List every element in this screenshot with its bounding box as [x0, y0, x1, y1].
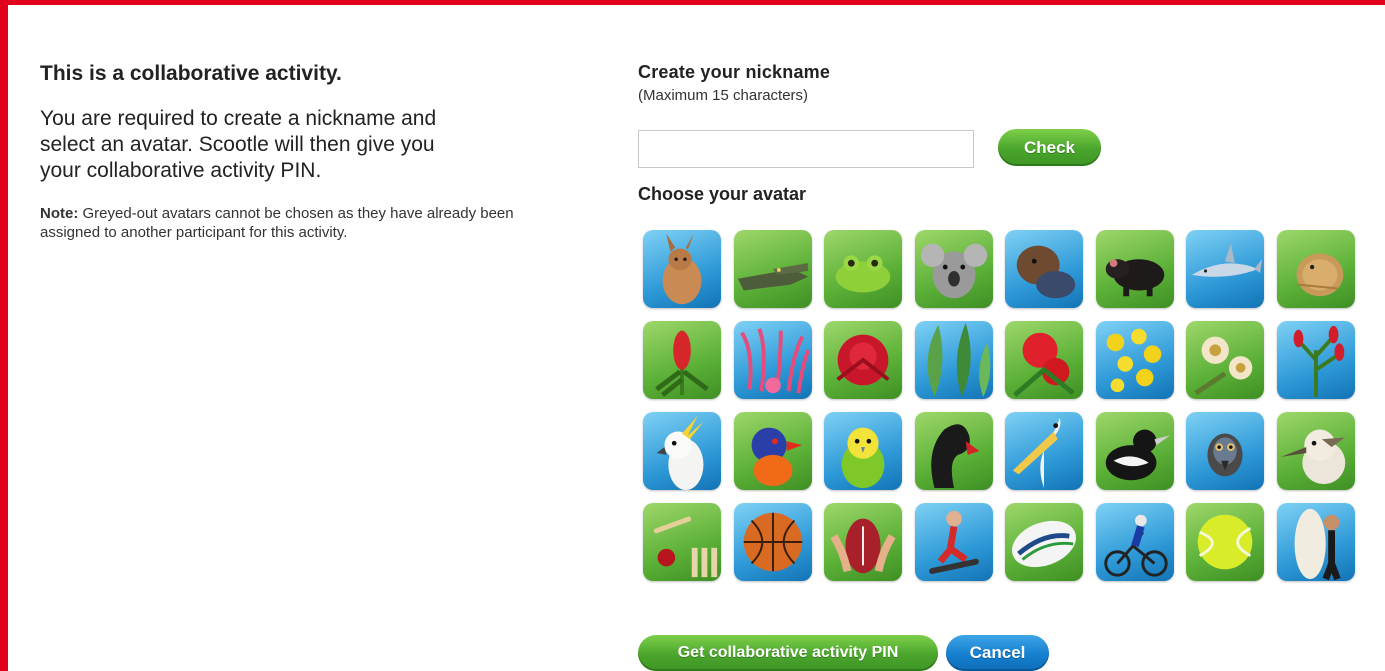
nickname-hint: (Maximum 15 characters): [638, 87, 809, 104]
get-pin-button[interactable]: Get collaborative activity PIN: [638, 635, 938, 671]
avatar-option-pelican[interactable]: [1005, 412, 1083, 490]
avatar-option-gum-blossom[interactable]: [1186, 321, 1264, 399]
avatar-option-rugby-ball[interactable]: [1005, 503, 1083, 581]
kangaroo-paw-flower-icon: [1293, 325, 1344, 398]
action-row: Get collaborative activity PIN Cancel: [638, 635, 1058, 671]
magpie-icon: [1105, 429, 1170, 481]
avatar-option-kangaroo[interactable]: [643, 230, 721, 308]
wattle-flower-icon: [1106, 328, 1161, 393]
avatar-option-lorikeet[interactable]: [733, 412, 812, 490]
note-label: Note:: [40, 205, 79, 222]
note-body: Greyed-out avatars cannot be chosen as t…: [40, 205, 514, 241]
activity-heading: This is a collaborative activity.: [40, 62, 342, 85]
rugby-ball-icon: [1011, 520, 1077, 568]
avatar-option-tennis-ball[interactable]: [1186, 503, 1264, 581]
cricket-icon: [653, 516, 718, 578]
check-button[interactable]: Check: [998, 129, 1101, 166]
kangaroo-icon: [662, 233, 702, 305]
surfboard-icon: [1294, 508, 1341, 581]
nickname-row: Check: [638, 128, 1138, 168]
avatar-option-lizard[interactable]: [1276, 230, 1355, 308]
lizard-icon: [1296, 253, 1343, 297]
frog-icon: [835, 255, 891, 293]
intro-text: You are required to create a nickname an…: [40, 107, 437, 182]
platypus-icon: [1016, 245, 1076, 299]
emu-icon: [1207, 433, 1243, 477]
avatar-option-shark[interactable]: [1186, 230, 1264, 308]
red-gum-blossom-icon: [1013, 332, 1075, 397]
gum-blossom-icon: [1194, 336, 1253, 396]
avatar-option-red-gum-blossom[interactable]: [1005, 321, 1083, 399]
avatar-option-platypus[interactable]: [1005, 230, 1083, 308]
budgerigar-icon: [841, 427, 885, 489]
instructions-panel: This is a collaborative activity. You ar…: [40, 62, 560, 242]
lorikeet-icon: [751, 427, 802, 487]
grevillea-flower-icon: [739, 328, 810, 394]
eucalyptus-leaves-icon: [927, 322, 990, 398]
avatar-option-grevillea-flower[interactable]: [733, 321, 812, 399]
avatar-option-waratah-flower[interactable]: [824, 321, 902, 399]
avatar-option-cockatoo[interactable]: [643, 412, 721, 490]
cyclist-icon: [1103, 514, 1168, 577]
nickname-input[interactable]: [638, 130, 974, 168]
shark-icon: [1191, 243, 1263, 277]
avatar-option-frog[interactable]: [824, 230, 902, 308]
kookaburra-icon: [1280, 429, 1345, 485]
cancel-button[interactable]: Cancel: [946, 635, 1049, 671]
basketball-icon: [743, 512, 802, 572]
bottlebrush-flower-icon: [655, 330, 709, 398]
nickname-title: Create your nickname: [638, 62, 831, 82]
avatar-option-tasmanian-devil[interactable]: [1095, 230, 1174, 308]
avatar-option-budgerigar[interactable]: [824, 412, 902, 490]
avatar-option-black-swan[interactable]: [914, 412, 993, 490]
avatar-option-surfboard[interactable]: [1276, 503, 1355, 581]
tennis-ball-icon: [1197, 514, 1253, 570]
avatar-option-kookaburra[interactable]: [1276, 412, 1355, 490]
tasmanian-devil-icon: [1105, 259, 1164, 297]
koala-icon: [920, 243, 987, 299]
avatar-option-magpie[interactable]: [1095, 412, 1174, 490]
avatar-option-skateboard[interactable]: [914, 503, 993, 581]
avatar-option-emu[interactable]: [1186, 412, 1264, 490]
avatar-title: Choose your avatar: [638, 184, 807, 204]
pelican-icon: [1012, 417, 1061, 489]
waratah-flower-icon: [836, 334, 890, 386]
black-swan-icon: [930, 424, 979, 489]
avatar-option-bottlebrush-flower[interactable]: [643, 321, 721, 399]
cockatoo-icon: [656, 415, 704, 490]
football-icon: [830, 518, 896, 574]
avatar-option-football[interactable]: [824, 503, 902, 581]
note-text: Note: Greyed-out avatars cannot be chose…: [40, 204, 540, 242]
crocodile-icon: [737, 263, 808, 291]
avatar-option-cyclist[interactable]: [1095, 503, 1174, 581]
avatar-option-kangaroo-paw-flower[interactable]: [1276, 321, 1355, 399]
avatar-option-wattle-flower[interactable]: [1095, 321, 1174, 399]
avatar-grid: [643, 230, 1363, 581]
avatar-option-eucalyptus-leaves[interactable]: [914, 321, 993, 399]
registration-panel: Create your nickname (Maximum 15 charact…: [638, 62, 1378, 581]
skateboard-icon: [928, 510, 979, 574]
avatar-option-koala[interactable]: [914, 230, 993, 308]
avatar-option-basketball[interactable]: [733, 503, 812, 581]
avatar-option-crocodile[interactable]: [733, 230, 812, 308]
avatar-option-cricket[interactable]: [643, 503, 721, 581]
